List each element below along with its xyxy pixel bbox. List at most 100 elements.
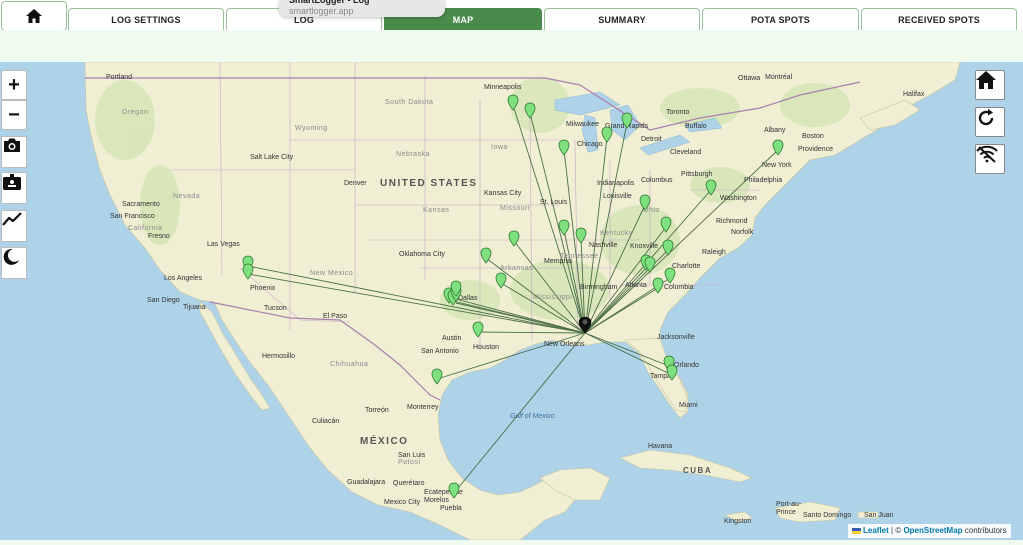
map-home-button[interactable] — [975, 70, 1005, 100]
city-label: Richmond — [716, 218, 748, 225]
wifi-off-icon — [976, 145, 998, 163]
state-label: New Mexico — [310, 270, 354, 277]
city-label: Minneapolis — [484, 84, 522, 91]
map-canvas[interactable]: UNITED STATES MÉXICO CUBA South Dakota W… — [0, 62, 1023, 540]
city-label: Denver — [344, 180, 367, 187]
city-label: Orlando — [674, 362, 699, 369]
leaflet-flag-icon — [852, 527, 861, 534]
city-label: Puebla — [440, 505, 462, 512]
state-label: Iowa — [491, 144, 508, 151]
city-label: Louisville — [603, 193, 632, 200]
city-label: Tijuana — [183, 304, 206, 311]
id-badge-button[interactable] — [1, 172, 27, 204]
city-label: Guadalajara — [347, 479, 386, 486]
city-label: Norfolk — [731, 229, 754, 236]
refresh-button[interactable] — [975, 107, 1005, 137]
city-label: New Orleans — [544, 341, 585, 348]
tab-log-settings[interactable]: LOG SETTINGS — [68, 8, 224, 30]
country-label: MÉXICO — [360, 436, 409, 447]
city-label: Knoxville — [630, 243, 659, 250]
city-label: Nashville — [589, 242, 618, 249]
zoom-in-button[interactable]: + — [1, 70, 27, 100]
city-label: Charlotte — [672, 263, 701, 270]
dark-mode-button[interactable] — [1, 247, 27, 279]
state-label: Arkansas — [500, 265, 534, 272]
city-label: El Paso — [323, 313, 348, 320]
state-label: Wyoming — [295, 125, 328, 132]
city-label: Columbia — [664, 284, 694, 291]
city-label: San Juan — [864, 512, 894, 519]
city-label: Montréal — [765, 74, 793, 81]
state-label: Missouri — [500, 205, 531, 212]
country-label: UNITED STATES — [380, 178, 478, 189]
zoom-out-button[interactable]: − — [1, 100, 27, 130]
tab-received-spots[interactable]: RECEIVED SPOTS — [861, 8, 1017, 30]
city-label: Mexico City — [384, 499, 421, 506]
state-label: Mississippi — [533, 294, 573, 301]
city-label: Columbus — [641, 177, 673, 184]
city-label: Boston — [802, 133, 824, 140]
tab-label: MAP — [452, 14, 474, 25]
city-label: Oklahoma City — [399, 251, 445, 258]
offline-button[interactable] — [975, 144, 1005, 174]
osm-link[interactable]: OpenStreetMap — [903, 526, 962, 535]
refresh-icon — [978, 109, 994, 126]
city-label: Salt Lake City — [250, 154, 294, 161]
city-label: San Diego — [147, 297, 180, 304]
state-label: California — [128, 225, 163, 232]
city-label: Toronto — [666, 109, 690, 116]
city-label: Memphis — [544, 258, 573, 265]
city-label: Houston — [473, 344, 500, 351]
city-label: Miami — [679, 402, 698, 409]
tab-label: RECEIVED SPOTS — [898, 14, 980, 25]
city-label: Cleveland — [670, 149, 702, 156]
city-label: Atlanta — [625, 282, 647, 289]
home-tab[interactable] — [1, 1, 67, 31]
sea-label: Gulf of Mexico — [510, 413, 555, 420]
moon-icon — [3, 248, 19, 265]
tab-summary[interactable]: SUMMARY — [544, 8, 700, 30]
leaflet-link[interactable]: Leaflet — [863, 526, 889, 535]
tab-label: POTA SPOTS — [750, 14, 810, 25]
city-label: Sacramento — [122, 201, 160, 208]
city-label: Jacksonville — [657, 334, 695, 341]
toolbar-strip — [0, 30, 1023, 62]
city-label: St. Louis — [540, 199, 568, 206]
city-label: Detroit — [641, 136, 662, 143]
tab-pota-spots[interactable]: POTA SPOTS — [702, 8, 859, 30]
home-icon — [976, 71, 996, 89]
attribution-sep: | © — [888, 526, 904, 535]
state-label: South Dakota — [385, 99, 434, 106]
city-label: Fresno — [148, 233, 170, 240]
state-label: Chihuahua — [330, 361, 369, 368]
country-label: CUBA — [683, 466, 713, 475]
chart-line-icon — [2, 212, 22, 226]
chart-button[interactable] — [1, 210, 27, 242]
city-label: Milwaukee — [566, 121, 600, 128]
state-label: Kentucky — [600, 230, 633, 237]
city-label: Santo Domingo — [803, 512, 852, 519]
state-label: Potosí — [398, 459, 421, 466]
city-label: Los Angeles — [164, 275, 203, 282]
city-label: Washington — [720, 195, 757, 202]
id-badge-icon — [3, 174, 21, 190]
camera-icon — [4, 138, 20, 152]
bottom-strip — [0, 540, 1023, 545]
browser-url-popup: SmartLogger - Log smartlogger.app — [279, 0, 445, 17]
city-label: Dallas — [458, 295, 478, 302]
state-label: Ohio — [643, 207, 660, 214]
city-label: Las Vegas — [207, 241, 240, 248]
city-label: Kingston — [724, 518, 752, 525]
screenshot-button[interactable] — [1, 136, 27, 168]
city-label: Kansas City — [484, 190, 522, 197]
city-label: Ottawa — [738, 75, 761, 82]
state-label: Kansas — [423, 207, 450, 214]
city-label: Port-au-Prince — [776, 501, 802, 516]
city-label: Austin — [442, 335, 462, 342]
city-label: Monterrey — [407, 404, 439, 411]
city-label: San Francisco — [110, 213, 155, 220]
city-label: Chicago — [577, 141, 603, 148]
city-label: San Antonio — [421, 348, 459, 355]
home-icon — [26, 9, 42, 23]
city-label: Grand Rapids — [605, 123, 649, 130]
